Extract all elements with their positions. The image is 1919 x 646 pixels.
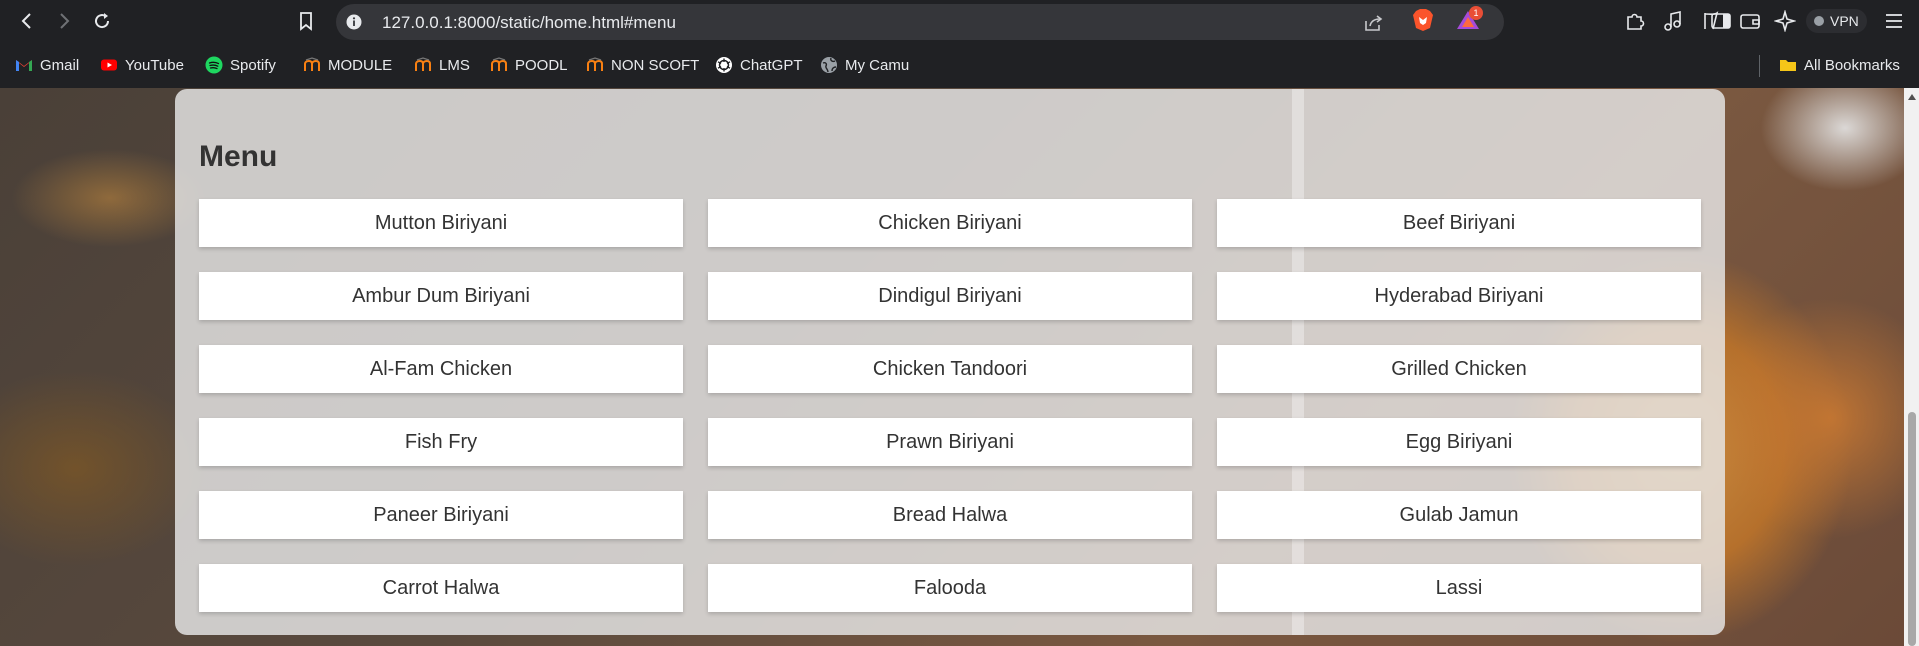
bookmark-gmail[interactable]: Gmail bbox=[15, 54, 79, 76]
page-viewport: Menu Mutton Biriyani Chicken Biriyani Beef… bbox=[0, 88, 1904, 646]
menu-item[interactable]: Hyderabad Biriyani bbox=[1217, 272, 1701, 320]
menu-icon[interactable] bbox=[1883, 10, 1905, 32]
vpn-label: VPN bbox=[1830, 13, 1859, 29]
all-bookmarks-label: All Bookmarks bbox=[1804, 56, 1900, 74]
leo-ai-icon[interactable] bbox=[1773, 9, 1797, 33]
menu-title: Menu bbox=[199, 140, 278, 173]
extensions-icon[interactable] bbox=[1624, 10, 1646, 32]
menu-item[interactable]: Egg Biriyani bbox=[1217, 418, 1701, 466]
bookmark-poodl[interactable]: POODL bbox=[490, 54, 568, 76]
menu-item[interactable]: Carrot Halwa bbox=[199, 564, 683, 612]
menu-item[interactable]: Prawn Biriyani bbox=[708, 418, 1192, 466]
folder-icon bbox=[1780, 60, 1796, 71]
forward-icon[interactable] bbox=[50, 7, 78, 35]
bookmark-label: Spotify bbox=[230, 56, 276, 74]
media-icon[interactable] bbox=[1662, 10, 1684, 32]
brave-rewards-icon[interactable]: 1 bbox=[1456, 6, 1483, 31]
gmail-icon bbox=[16, 60, 32, 71]
brave-shields-icon[interactable] bbox=[1412, 8, 1434, 32]
moodle-icon bbox=[304, 57, 320, 71]
reload-icon[interactable] bbox=[88, 7, 116, 35]
menu-section: Menu Mutton Biriyani Chicken Biriyani Beef… bbox=[175, 89, 1725, 635]
menu-item[interactable]: Gulab Jamun bbox=[1217, 491, 1701, 539]
menu-grid: Mutton Biriyani Chicken Biriyani Beef Biri… bbox=[199, 199, 1701, 612]
back-icon[interactable] bbox=[13, 7, 41, 35]
scrollbar-thumb[interactable] bbox=[1908, 412, 1916, 646]
globe-icon bbox=[821, 57, 837, 73]
menu-item[interactable]: Dindigul Biriyani bbox=[708, 272, 1192, 320]
bookmark-spotify[interactable]: Spotify bbox=[205, 54, 276, 76]
browser-toolbar: 127.0.0.1:8000/static/home.html#menu 1 V… bbox=[0, 0, 1919, 42]
menu-item[interactable]: Mutton Biriyani bbox=[199, 199, 683, 247]
youtube-icon bbox=[101, 59, 117, 71]
menu-item[interactable]: Chicken Tandoori bbox=[708, 345, 1192, 393]
menu-item[interactable]: Falooda bbox=[708, 564, 1192, 612]
vpn-button[interactable]: VPN bbox=[1806, 9, 1867, 33]
menu-item[interactable]: Bread Halwa bbox=[708, 491, 1192, 539]
vpn-status-icon bbox=[1814, 16, 1824, 26]
moodle-icon bbox=[587, 57, 603, 71]
bookmark-label: Gmail bbox=[40, 56, 80, 74]
menu-item[interactable]: Lassi bbox=[1217, 564, 1701, 612]
chatgpt-icon bbox=[716, 57, 732, 73]
wallet-icon[interactable] bbox=[1739, 10, 1761, 32]
bookmarks-bar: Gmail YouTube Spotify MODULE LMS POODL N… bbox=[0, 42, 1919, 88]
menu-item[interactable]: Al-Fam Chicken bbox=[199, 345, 683, 393]
share-icon[interactable] bbox=[1362, 12, 1384, 34]
spotify-icon bbox=[205, 56, 223, 74]
bookmark-label: NON SCOFT bbox=[611, 56, 700, 74]
bookmark-my-camu[interactable]: My Camu bbox=[820, 54, 909, 76]
bookmark-module[interactable]: MODULE bbox=[303, 54, 392, 76]
rewards-badge: 1 bbox=[1469, 6, 1483, 20]
bookmark-label: LMS bbox=[439, 56, 470, 74]
moodle-icon bbox=[415, 57, 431, 71]
all-bookmarks-button[interactable]: All Bookmarks bbox=[1779, 54, 1900, 76]
moodle-icon bbox=[491, 57, 507, 71]
address-bar[interactable]: 127.0.0.1:8000/static/home.html#menu bbox=[336, 4, 1504, 40]
sidebar-panel-icon[interactable] bbox=[1710, 10, 1732, 32]
menu-item[interactable]: Chicken Biriyani bbox=[708, 199, 1192, 247]
menu-item[interactable]: Fish Fry bbox=[199, 418, 683, 466]
site-info-icon[interactable] bbox=[346, 14, 362, 30]
bookmarks-separator bbox=[1759, 55, 1760, 77]
scroll-up-icon[interactable] bbox=[1908, 94, 1916, 100]
bookmark-label: MODULE bbox=[328, 56, 393, 74]
menu-item[interactable]: Ambur Dum Biriyani bbox=[199, 272, 683, 320]
bookmark-youtube[interactable]: YouTube bbox=[100, 54, 184, 76]
page-scrollbar[interactable] bbox=[1904, 88, 1919, 646]
url-text[interactable]: 127.0.0.1:8000/static/home.html#menu bbox=[382, 13, 676, 33]
bookmark-non-scoft[interactable]: NON SCOFT bbox=[586, 54, 699, 76]
bookmark-label: ChatGPT bbox=[740, 56, 803, 74]
menu-item[interactable]: Grilled Chicken bbox=[1217, 345, 1701, 393]
bookmark-chatgpt[interactable]: ChatGPT bbox=[715, 54, 803, 76]
menu-item[interactable]: Beef Biriyani bbox=[1217, 199, 1701, 247]
bookmark-label: My Camu bbox=[845, 56, 910, 74]
bookmark-icon[interactable] bbox=[292, 7, 320, 35]
bookmark-label: POODL bbox=[515, 56, 568, 74]
bookmark-lms[interactable]: LMS bbox=[414, 54, 470, 76]
bookmark-label: YouTube bbox=[125, 56, 184, 74]
menu-item[interactable]: Paneer Biriyani bbox=[199, 491, 683, 539]
